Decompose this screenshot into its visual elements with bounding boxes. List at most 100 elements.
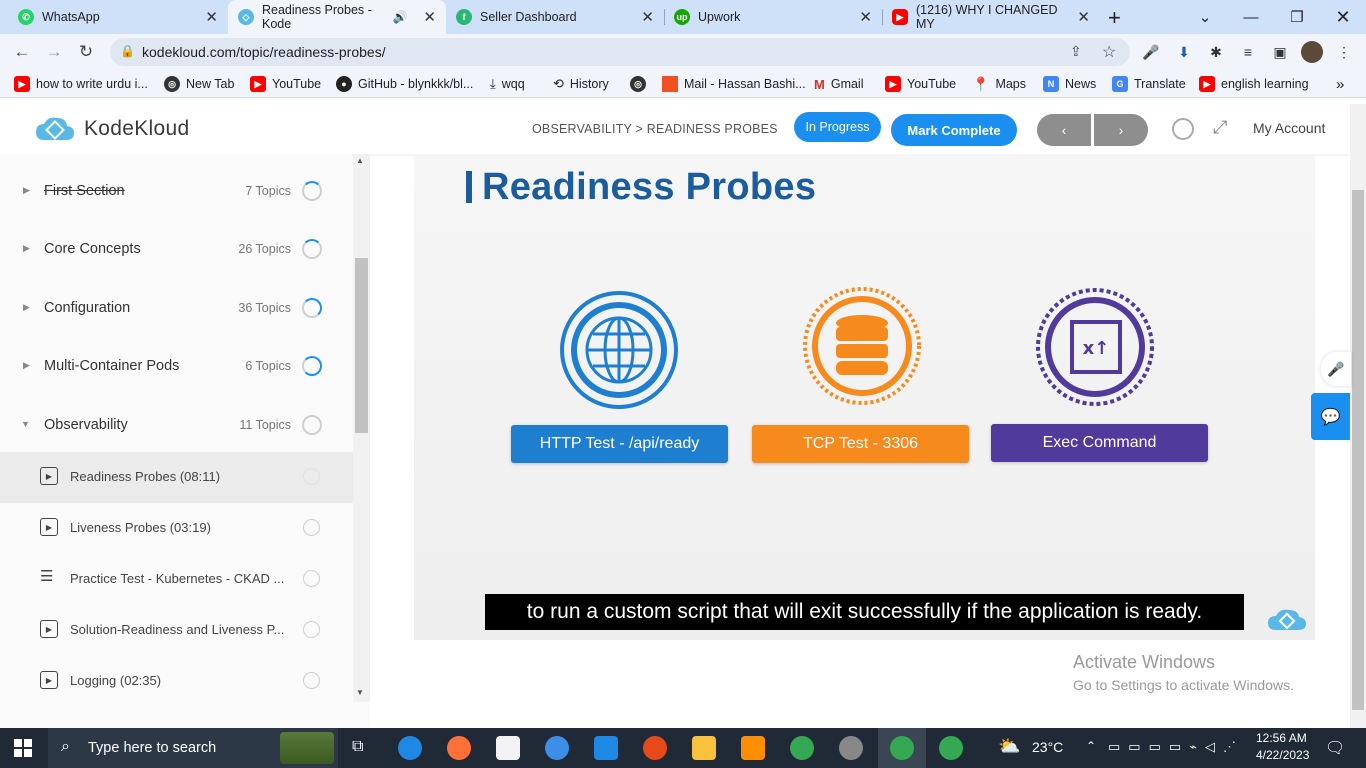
chrome-profile-icon[interactable] — [939, 736, 963, 760]
tab-readiness-probes[interactable]: ◇ Readiness Probes - Kode 🔊 ✕ — [228, 0, 446, 34]
tab-seller-dashboard[interactable]: f Seller Dashboard ✕ — [446, 0, 664, 34]
lesson-liveness-probes[interactable]: ▶ Liveness Probes (03:19) — [0, 503, 353, 554]
bookmark-item[interactable]: ▶ how to write urdu i... — [14, 75, 148, 93]
bookmark-item[interactable]: N News — [1043, 75, 1096, 93]
share-icon[interactable]: ⇪ — [1070, 43, 1082, 60]
seller-icon: f — [456, 9, 472, 25]
video-player[interactable]: Readiness Probes x↑ HTTP Test - /api/rea… — [414, 154, 1315, 640]
section-first-section[interactable]: ▶ First Section 7 Topics — [0, 162, 353, 220]
bookmark-item[interactable]: Mail - Hassan Bashi... — [662, 75, 806, 93]
bookmark-item[interactable]: M Gmail — [814, 75, 864, 93]
chrome-icon[interactable] — [890, 736, 914, 760]
sidebar-scrollbar-thumb[interactable] — [355, 258, 368, 433]
close-icon[interactable]: ✕ — [859, 8, 872, 26]
mail-icon[interactable] — [594, 736, 618, 760]
task-view-icon[interactable]: ⧉ — [352, 738, 363, 756]
extensions-puzzle-icon[interactable]: ✱ — [1206, 42, 1226, 62]
notifications-icon[interactable]: 🗨 — [1325, 738, 1345, 758]
bookmark-item[interactable]: ◎ New Tab — [164, 75, 234, 93]
app-icon[interactable] — [741, 736, 765, 760]
store-icon[interactable] — [496, 736, 520, 760]
next-lesson-button[interactable]: › — [1094, 114, 1148, 146]
taskbar-search-box[interactable]: ⌕ Type here to search — [48, 728, 338, 768]
restore-button[interactable]: ❐ — [1274, 0, 1320, 34]
side-panel-icon[interactable]: ▣ — [1270, 42, 1290, 62]
back-button[interactable]: ← — [11, 41, 33, 63]
temperature[interactable]: 23°C — [1032, 739, 1063, 755]
app-icon[interactable] — [545, 736, 569, 760]
profile-avatar[interactable] — [1301, 41, 1323, 63]
bookmark-star-icon[interactable]: ☆ — [1102, 42, 1116, 62]
microphone-icon[interactable]: 🎤 — [1141, 42, 1161, 62]
kodekloud-logo-icon[interactable] — [34, 114, 76, 144]
reload-button[interactable]: ↻ — [75, 41, 97, 63]
page-scrollbar-thumb[interactable] — [1352, 190, 1364, 710]
collapse-arrow-icon[interactable]: ▼ — [21, 419, 30, 429]
bookmark-item[interactable]: ▶ YouTube — [885, 75, 956, 93]
clock-date[interactable]: 4/22/2023 — [1256, 748, 1309, 762]
close-icon[interactable]: ✕ — [1077, 8, 1090, 26]
audio-icon[interactable]: 🔊 — [392, 10, 407, 24]
bookmark-item[interactable]: G Translate — [1112, 75, 1186, 93]
bookmark-label: New Tab — [186, 77, 235, 91]
voice-input-icon[interactable]: 🎤 — [1321, 352, 1351, 386]
scroll-up-arrow-icon[interactable]: ▲ — [356, 156, 364, 165]
bookmark-item[interactable]: ◎ — [630, 75, 652, 93]
download-extension-icon[interactable]: ⬇ — [1174, 42, 1194, 62]
forward-button[interactable]: → — [43, 41, 65, 63]
window-close-button[interactable]: ✕ — [1320, 0, 1366, 34]
logo-text[interactable]: KodeKloud — [84, 117, 189, 141]
tab-upwork[interactable]: up Upwork ✕ — [664, 0, 882, 34]
bookmark-item[interactable]: ▶ english learning — [1199, 75, 1309, 93]
expand-arrow-icon[interactable]: ▶ — [23, 243, 30, 254]
lesson-practice-test[interactable]: ☰ Practice Test - Kubernetes - CKAD ... — [0, 554, 353, 605]
section-configuration[interactable]: ▶ Configuration 36 Topics — [0, 279, 353, 337]
site-header: KodeKloud OBSERVABILITY > READINESS PROB… — [0, 104, 1350, 154]
more-bookmarks-button[interactable]: » — [1336, 75, 1344, 93]
lesson-logging[interactable]: ▶ Logging (02:35) — [0, 656, 353, 707]
bookmark-item[interactable]: ⤓ wqq — [490, 75, 525, 93]
bookmark-item[interactable]: ▶ YouTube — [250, 75, 321, 93]
file-explorer-icon[interactable] — [692, 736, 716, 760]
chrome-icon[interactable] — [790, 736, 814, 760]
tab-youtube[interactable]: ▶ (1216) WHY I CHANGED MY ✕ — [882, 0, 1100, 34]
section-multi-container-pods[interactable]: ▶ Multi-Container Pods 6 Topics — [0, 337, 353, 395]
chat-widget-button[interactable]: 💬 — [1311, 393, 1350, 440]
tab-search-chevron-icon[interactable]: ⌄ — [1182, 0, 1228, 34]
close-icon[interactable]: ✕ — [205, 8, 218, 26]
mark-complete-button[interactable]: Mark Complete — [891, 114, 1017, 146]
section-core-concepts[interactable]: ▶ Core Concepts 26 Topics — [0, 220, 353, 278]
lesson-solution[interactable]: ▶ Solution-Readiness and Liveness P... — [0, 605, 353, 656]
media-controls-icon[interactable]: ≡ — [1238, 42, 1258, 62]
bookmark-item[interactable]: 📍 Maps — [972, 75, 1026, 93]
clock-time[interactable]: 12:56 AM — [1256, 731, 1307, 745]
windows-start-icon[interactable] — [14, 739, 32, 757]
expand-arrow-icon[interactable]: ▶ — [23, 360, 30, 371]
expand-arrow-icon[interactable]: ▶ — [23, 185, 30, 196]
section-observability[interactable]: ▼ Observability 11 Topics — [0, 396, 353, 454]
address-bar[interactable]: 🔒 kodekloud.com/topic/readiness-probes/ … — [110, 38, 1130, 66]
firefox-icon[interactable] — [447, 736, 471, 760]
weather-icon[interactable]: ⛅ — [998, 736, 1020, 757]
my-account-link[interactable]: My Account — [1253, 120, 1325, 136]
in-progress-badge[interactable]: In Progress — [794, 112, 881, 142]
previous-lesson-button[interactable]: ‹ — [1037, 114, 1091, 146]
bookmark-item[interactable]: ● GitHub - blynkkk/bl... — [336, 75, 473, 93]
dark-mode-toggle-icon[interactable] — [1172, 118, 1194, 140]
tab-whatsapp[interactable]: ✆ WhatsApp ✕ — [8, 0, 228, 34]
lesson-readiness-probes[interactable]: ▶ Readiness Probes (08:11) — [0, 452, 353, 503]
scroll-down-arrow-icon[interactable]: ▼ — [356, 688, 364, 697]
system-tray-icons[interactable]: ▭▭▭▭⌁◁︎⋰ — [1108, 739, 1244, 755]
app-icon[interactable] — [643, 736, 667, 760]
close-icon[interactable]: ✕ — [423, 8, 436, 26]
fullscreen-icon[interactable]: ⤢ — [1213, 117, 1227, 138]
menu-kebab-icon[interactable]: ⋮ — [1334, 42, 1354, 62]
expand-arrow-icon[interactable]: ▶ — [23, 302, 30, 313]
new-tab-button[interactable]: + — [1108, 5, 1121, 31]
show-hidden-icons-icon[interactable]: ⌃ — [1086, 739, 1096, 753]
bookmark-item[interactable]: ⟲ History — [553, 75, 609, 93]
minimize-button[interactable]: — — [1228, 0, 1274, 34]
app-icon[interactable] — [839, 736, 863, 760]
edge-icon[interactable] — [398, 736, 422, 760]
close-icon[interactable]: ✕ — [641, 8, 654, 26]
